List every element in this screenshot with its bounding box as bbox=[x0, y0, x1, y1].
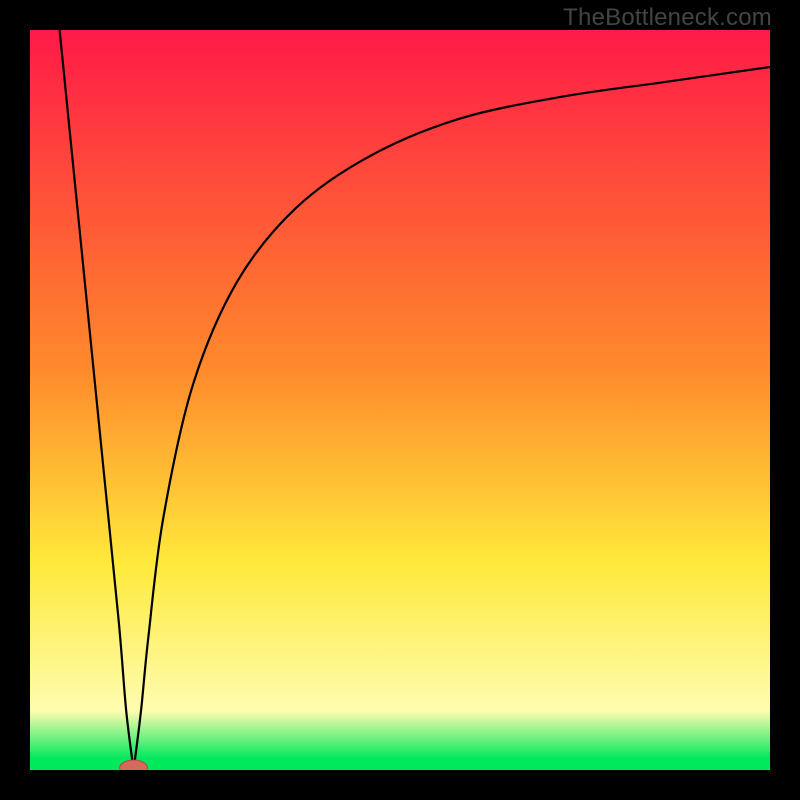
chart-frame: TheBottleneck.com bbox=[0, 0, 800, 800]
watermark-text: TheBottleneck.com bbox=[563, 4, 772, 32]
chart-plot bbox=[30, 30, 770, 770]
